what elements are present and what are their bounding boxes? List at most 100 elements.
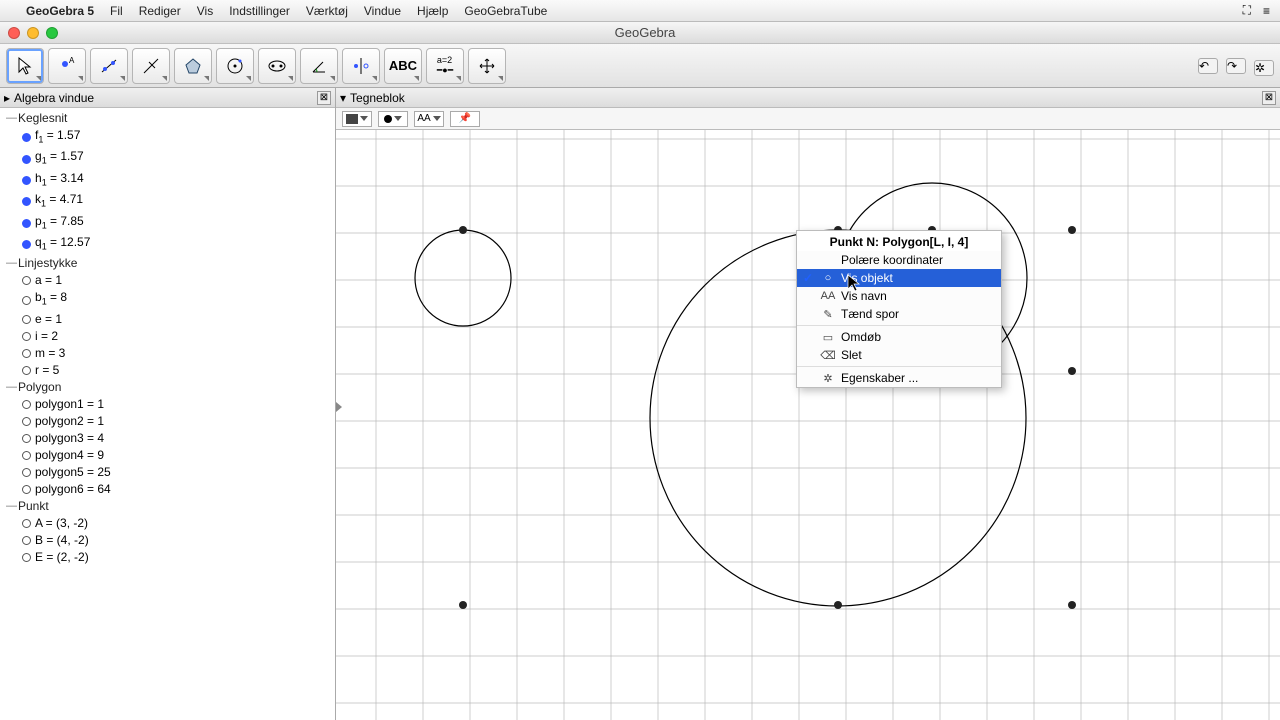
tool-move-graphics[interactable] bbox=[468, 48, 506, 84]
collapse-icon[interactable]: ▾ bbox=[340, 91, 346, 105]
algebra-item[interactable]: b1 = 8 bbox=[0, 289, 335, 310]
algebra-item[interactable]: m = 3 bbox=[0, 345, 335, 362]
context-menu-item[interactable]: ▭Omdøb bbox=[797, 328, 1001, 346]
algebra-category[interactable]: —Punkt bbox=[0, 498, 335, 515]
tool-circle[interactable] bbox=[216, 48, 254, 84]
style-point[interactable] bbox=[378, 111, 408, 127]
visibility-toggle[interactable] bbox=[22, 155, 31, 164]
visibility-toggle[interactable] bbox=[22, 219, 31, 228]
point-object[interactable] bbox=[1068, 367, 1076, 375]
app-menu[interactable]: GeoGebra 5 bbox=[26, 4, 94, 18]
tool-reflect[interactable] bbox=[342, 48, 380, 84]
algebra-item[interactable]: E = (2, -2) bbox=[0, 549, 335, 566]
visibility-toggle[interactable] bbox=[22, 332, 31, 341]
visibility-toggle[interactable] bbox=[22, 417, 31, 426]
tool-text[interactable]: ABC bbox=[384, 48, 422, 84]
visibility-toggle[interactable] bbox=[22, 434, 31, 443]
graphics-canvas[interactable]: Punkt N: Polygon[L, I, 4]Polære koordina… bbox=[336, 130, 1280, 720]
graphics-close-button[interactable]: ⊠ bbox=[1262, 91, 1276, 105]
style-label[interactable]: AA bbox=[414, 111, 444, 127]
menu-indstillinger[interactable]: Indstillinger bbox=[229, 4, 290, 18]
algebra-item[interactable]: e = 1 bbox=[0, 311, 335, 328]
toolbar-redo[interactable]: ↷ bbox=[1226, 58, 1246, 74]
collapse-icon[interactable]: ▸ bbox=[4, 91, 10, 105]
algebra-item[interactable]: g1 = 1.57 bbox=[0, 148, 335, 169]
window-close-button[interactable] bbox=[8, 27, 20, 39]
algebra-item[interactable]: A = (3, -2) bbox=[0, 515, 335, 532]
tool-line[interactable] bbox=[90, 48, 128, 84]
context-menu-item[interactable]: Polære koordinater bbox=[797, 251, 1001, 269]
visibility-toggle[interactable] bbox=[22, 176, 31, 185]
tool-move[interactable] bbox=[6, 48, 44, 84]
algebra-item[interactable]: B = (4, -2) bbox=[0, 532, 335, 549]
visibility-toggle[interactable] bbox=[22, 133, 31, 142]
context-menu-item[interactable]: ✲Egenskaber ... bbox=[797, 369, 1001, 387]
visibility-toggle[interactable] bbox=[22, 400, 31, 409]
visibility-toggle[interactable] bbox=[22, 485, 31, 494]
algebra-category[interactable]: —Polygon bbox=[0, 379, 335, 396]
menu-vindue[interactable]: Vindue bbox=[364, 4, 401, 18]
point-object[interactable] bbox=[1068, 226, 1076, 234]
context-menu-item[interactable]: ✎Tænd spor bbox=[797, 305, 1001, 323]
tool-ellipse[interactable] bbox=[258, 48, 296, 84]
algebra-tree[interactable]: —Keglesnitf1 = 1.57g1 = 1.57h1 = 3.14k1 … bbox=[0, 108, 335, 720]
context-menu-item[interactable]: ⌫Slet bbox=[797, 346, 1001, 364]
algebra-item[interactable]: polygon5 = 25 bbox=[0, 464, 335, 481]
circle-object[interactable] bbox=[415, 230, 511, 326]
algebra-item[interactable]: q1 = 12.57 bbox=[0, 234, 335, 255]
visibility-toggle[interactable] bbox=[22, 296, 31, 305]
visibility-toggle[interactable] bbox=[22, 197, 31, 206]
point-object[interactable] bbox=[459, 226, 467, 234]
algebra-category[interactable]: —Linjestykke bbox=[0, 255, 335, 272]
tool-perpendicular[interactable] bbox=[132, 48, 170, 84]
visibility-toggle[interactable] bbox=[22, 536, 31, 545]
toolbar-settings-icon[interactable]: ✲ bbox=[1254, 60, 1274, 76]
visibility-toggle[interactable] bbox=[22, 451, 31, 460]
algebra-item[interactable]: h1 = 3.14 bbox=[0, 170, 335, 191]
visibility-toggle[interactable] bbox=[22, 468, 31, 477]
algebra-item[interactable]: polygon1 = 1 bbox=[0, 396, 335, 413]
algebra-panel-header[interactable]: ▸ Algebra vindue ⊠ bbox=[0, 88, 335, 108]
menu-extras-icon[interactable]: ≡ bbox=[1263, 4, 1270, 18]
algebra-item[interactable]: polygon2 = 1 bbox=[0, 413, 335, 430]
menu-vis[interactable]: Vis bbox=[197, 4, 213, 18]
algebra-item[interactable]: polygon4 = 9 bbox=[0, 447, 335, 464]
point-object[interactable] bbox=[834, 601, 842, 609]
menu-geogebratube[interactable]: GeoGebraTube bbox=[464, 4, 547, 18]
algebra-item[interactable]: i = 2 bbox=[0, 328, 335, 345]
graphics-panel-header[interactable]: ▾ Tegneblok ⊠ bbox=[336, 88, 1280, 108]
visibility-toggle[interactable] bbox=[22, 553, 31, 562]
algebra-item[interactable]: polygon3 = 4 bbox=[0, 430, 335, 447]
menu-rediger[interactable]: Rediger bbox=[139, 4, 181, 18]
algebra-category[interactable]: —Keglesnit bbox=[0, 110, 335, 127]
menu-hjaelp[interactable]: Hjælp bbox=[417, 4, 448, 18]
algebra-item[interactable]: a = 1 bbox=[0, 272, 335, 289]
algebra-item[interactable]: f1 = 1.57 bbox=[0, 127, 335, 148]
visibility-toggle[interactable] bbox=[22, 240, 31, 249]
style-pin[interactable]: 📌 bbox=[450, 111, 480, 127]
status-icon[interactable]: ⛶ bbox=[1243, 3, 1251, 18]
tool-angle[interactable] bbox=[300, 48, 338, 84]
visibility-toggle[interactable] bbox=[22, 349, 31, 358]
window-zoom-button[interactable] bbox=[46, 27, 58, 39]
context-menu-item[interactable]: ✓○Vis objekt bbox=[797, 269, 1001, 287]
visibility-toggle[interactable] bbox=[22, 315, 31, 324]
point-object[interactable] bbox=[459, 601, 467, 609]
tool-slider[interactable]: a=2━●━ bbox=[426, 48, 464, 84]
tool-point[interactable]: A bbox=[48, 48, 86, 84]
algebra-item[interactable]: polygon6 = 64 bbox=[0, 481, 335, 498]
algebra-item[interactable]: p1 = 7.85 bbox=[0, 213, 335, 234]
toolbar-undo[interactable]: ↶ bbox=[1198, 58, 1218, 74]
menu-vaerktoj[interactable]: Værktøj bbox=[306, 4, 348, 18]
style-color[interactable] bbox=[342, 111, 372, 127]
visibility-toggle[interactable] bbox=[22, 366, 31, 375]
algebra-item[interactable]: k1 = 4.71 bbox=[0, 191, 335, 212]
point-object[interactable] bbox=[1068, 601, 1076, 609]
context-menu-item[interactable]: AAVis navn bbox=[797, 287, 1001, 305]
tool-polygon[interactable] bbox=[174, 48, 212, 84]
algebra-item[interactable]: r = 5 bbox=[0, 362, 335, 379]
visibility-toggle[interactable] bbox=[22, 519, 31, 528]
menu-fil[interactable]: Fil bbox=[110, 4, 123, 18]
window-minimize-button[interactable] bbox=[27, 27, 39, 39]
algebra-close-button[interactable]: ⊠ bbox=[317, 91, 331, 105]
